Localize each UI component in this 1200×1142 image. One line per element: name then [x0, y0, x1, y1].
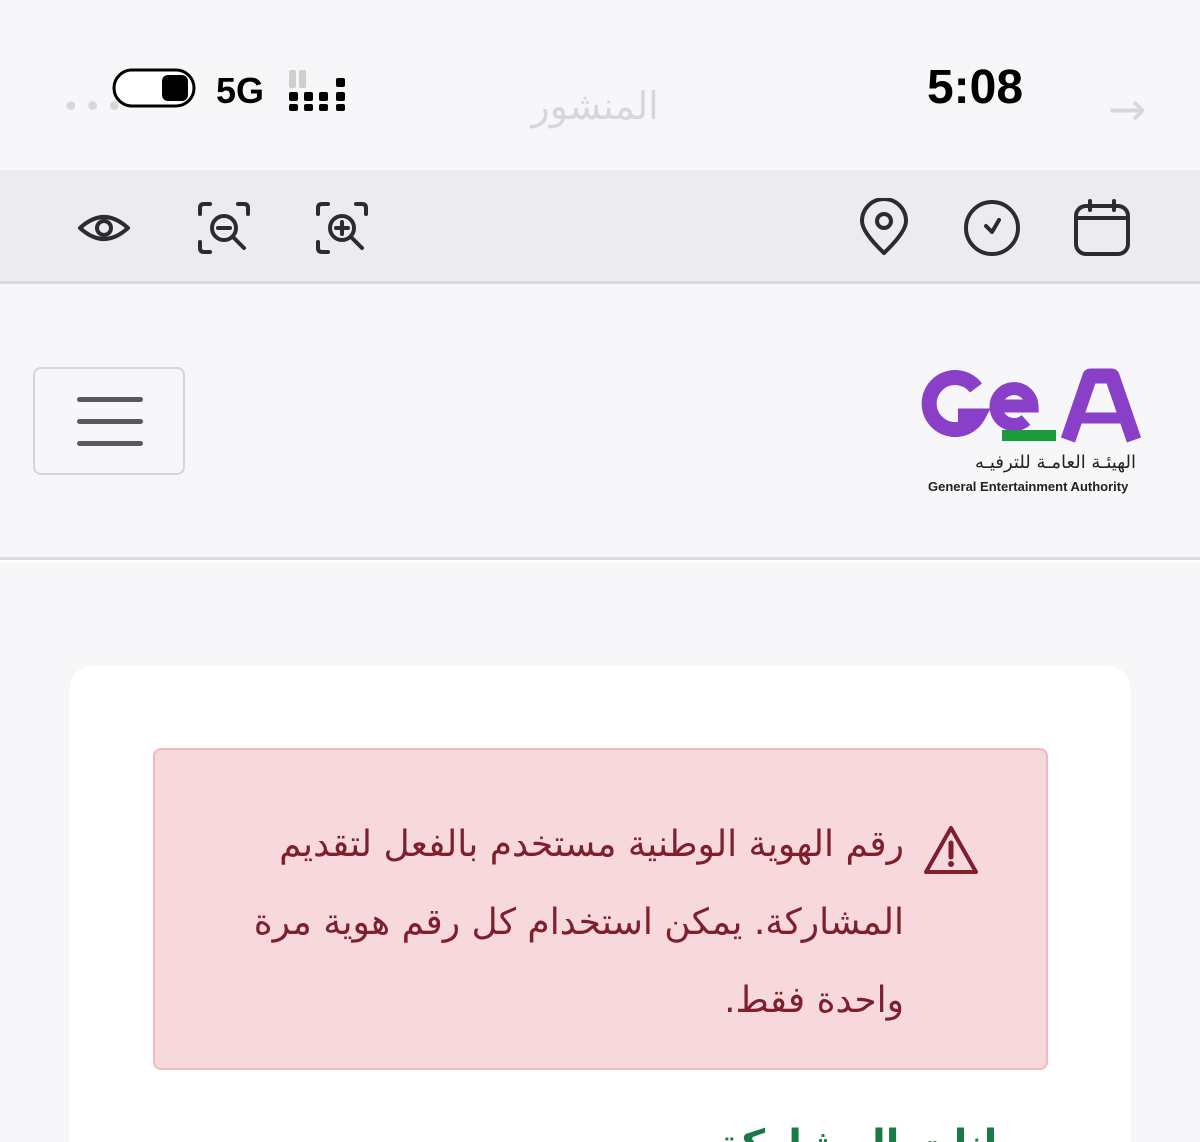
back-arrow-icon[interactable]: →: [1108, 82, 1147, 136]
zoom-out-icon[interactable]: [194, 198, 254, 258]
network-type: 5G: [216, 70, 265, 111]
background-page-title: المنشور: [531, 84, 659, 128]
warning-triangle-icon: [924, 826, 978, 874]
clock-icon[interactable]: [962, 198, 1022, 258]
form-card: رقم الهوية الوطنية مستخدم بالفعل لتقديم …: [70, 666, 1130, 1142]
site-header: الهيئـة العامـة للترفيـه General Enterta…: [0, 284, 1200, 560]
error-message: رقم الهوية الوطنية مستخدم بالفعل لتقديم …: [253, 824, 904, 1021]
clock-time: 5:08: [926, 61, 1024, 114]
menu-button[interactable]: [33, 367, 185, 475]
zoom-in-icon[interactable]: [312, 198, 372, 258]
gea-logo-mark: [921, 368, 1142, 443]
calendar-icon[interactable]: [1072, 198, 1132, 258]
main-content: رقم الهوية الوطنية مستخدم بالفعل لتقديم …: [0, 563, 1200, 1142]
hamburger-bar: [77, 441, 143, 446]
hamburger-bar: [77, 419, 143, 424]
gea-logo[interactable]: الهيئـة العامـة للترفيـه General Enterta…: [918, 366, 1142, 496]
toggle-icon: [112, 68, 196, 108]
section-heading: بيانات المشاركة: [718, 1122, 1030, 1142]
status-bar: ••• المنشور → 5G 5:08: [0, 0, 1200, 170]
logo-arabic-name: الهيئـة العامـة للترفيـه: [975, 452, 1136, 473]
error-alert: رقم الهوية الوطنية مستخدم بالفعل لتقديم …: [153, 748, 1048, 1070]
eye-icon[interactable]: [74, 198, 134, 258]
accessibility-toolbar: [0, 170, 1200, 284]
signal-icon: [289, 70, 345, 111]
hamburger-bar: [77, 397, 143, 402]
location-pin-icon[interactable]: [854, 197, 914, 258]
logo-english-name: General Entertainment Authority: [928, 479, 1129, 494]
